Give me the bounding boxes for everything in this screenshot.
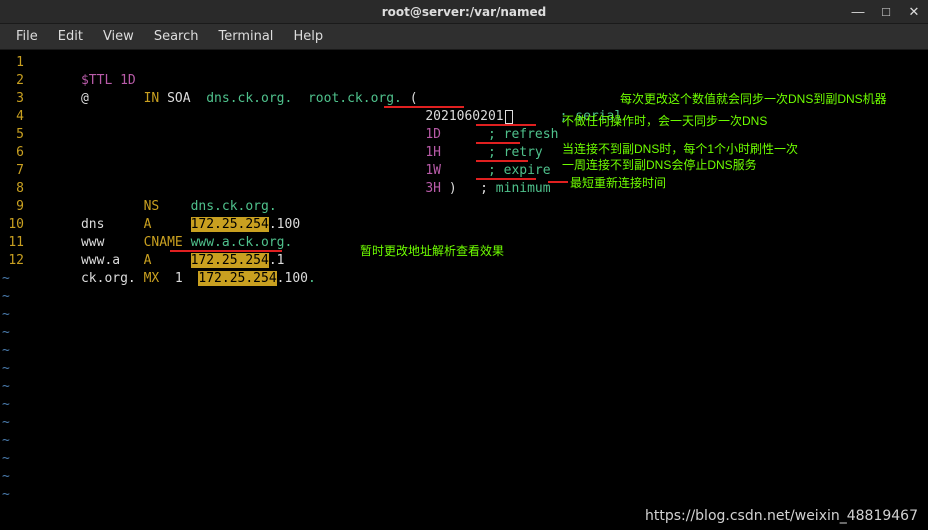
code-line: 8 NS dns.ck.org. bbox=[0, 180, 928, 198]
code-line: 10 www CNAME www.a.ck.org. bbox=[0, 216, 928, 234]
maximize-button[interactable]: □ bbox=[876, 3, 896, 21]
ip-highlight: 172.25.254 bbox=[198, 271, 276, 286]
empty-tilde: ~ bbox=[0, 486, 928, 504]
code-line: 4 1D ; refresh bbox=[0, 108, 928, 126]
line-number: 12 bbox=[0, 252, 24, 270]
editor-area[interactable]: 1 $TTL 1D 2 @ IN SOA dns.ck.org. root.ck… bbox=[0, 50, 928, 530]
menu-file[interactable]: File bbox=[6, 26, 48, 47]
code-line: 9 dns A 172.25.254.100 bbox=[0, 198, 928, 216]
empty-tilde: ~ bbox=[0, 324, 928, 342]
line-number: 1 bbox=[0, 54, 24, 72]
line-number: 9 bbox=[0, 198, 24, 216]
type-mx: MX bbox=[144, 271, 160, 286]
minimize-button[interactable]: — bbox=[848, 3, 868, 21]
empty-tilde: ~ bbox=[0, 432, 928, 450]
code-line: 2 @ IN SOA dns.ck.org. root.ck.org. ( bbox=[0, 72, 928, 90]
window-title: root@server:/var/named bbox=[382, 5, 547, 19]
menu-terminal[interactable]: Terminal bbox=[208, 26, 283, 47]
connector-icon bbox=[548, 181, 568, 183]
menu-edit[interactable]: Edit bbox=[48, 26, 93, 47]
annot-temp: 暂时更改地址解析查看效果 bbox=[360, 242, 504, 260]
line-number: 10 bbox=[0, 216, 24, 234]
mx-priority: 1 bbox=[175, 271, 183, 286]
empty-tilde: ~ bbox=[0, 396, 928, 414]
titlebar: root@server:/var/named — □ ✕ bbox=[0, 0, 928, 24]
line-number: 7 bbox=[0, 162, 24, 180]
line-number: 8 bbox=[0, 180, 24, 198]
annot-serial: 每次更改这个数值就会同步一次DNS到副DNS机器 bbox=[620, 90, 887, 108]
line-number: 11 bbox=[0, 234, 24, 252]
menubar: File Edit View Search Terminal Help bbox=[0, 24, 928, 50]
annot-minimum: 最短重新连接时间 bbox=[570, 174, 666, 192]
empty-tilde: ~ bbox=[0, 414, 928, 432]
line-number: 3 bbox=[0, 90, 24, 108]
annot-expire: 一周连接不到副DNS会停止DNS服务 bbox=[562, 156, 757, 174]
menu-view[interactable]: View bbox=[93, 26, 144, 47]
trailing-dot: . bbox=[308, 271, 316, 286]
record-name: ck.org. bbox=[81, 271, 136, 286]
watermark: https://blog.csdn.net/weixin_48819467 bbox=[645, 508, 918, 524]
ip-tail: .100 bbox=[277, 271, 308, 286]
empty-tilde: ~ bbox=[0, 342, 928, 360]
empty-tilde: ~ bbox=[0, 378, 928, 396]
annot-refresh: 不做任何操作时，会一天同步一次DNS bbox=[562, 112, 767, 130]
empty-tilde: ~ bbox=[0, 468, 928, 486]
close-button[interactable]: ✕ bbox=[904, 3, 924, 21]
empty-tilde: ~ bbox=[0, 360, 928, 378]
line-number: 2 bbox=[0, 72, 24, 90]
menu-help[interactable]: Help bbox=[283, 26, 333, 47]
menu-search[interactable]: Search bbox=[144, 26, 209, 47]
empty-tilde: ~ bbox=[0, 306, 928, 324]
empty-tilde: ~ bbox=[0, 450, 928, 468]
empty-tilde: ~ bbox=[0, 288, 928, 306]
window-controls: — □ ✕ bbox=[848, 0, 924, 23]
line-number: 5 bbox=[0, 126, 24, 144]
code-line: 1 $TTL 1D bbox=[0, 54, 928, 72]
line-number: 6 bbox=[0, 144, 24, 162]
line-number: 4 bbox=[0, 108, 24, 126]
code-line: 7 3H ) ; minimum bbox=[0, 162, 928, 180]
